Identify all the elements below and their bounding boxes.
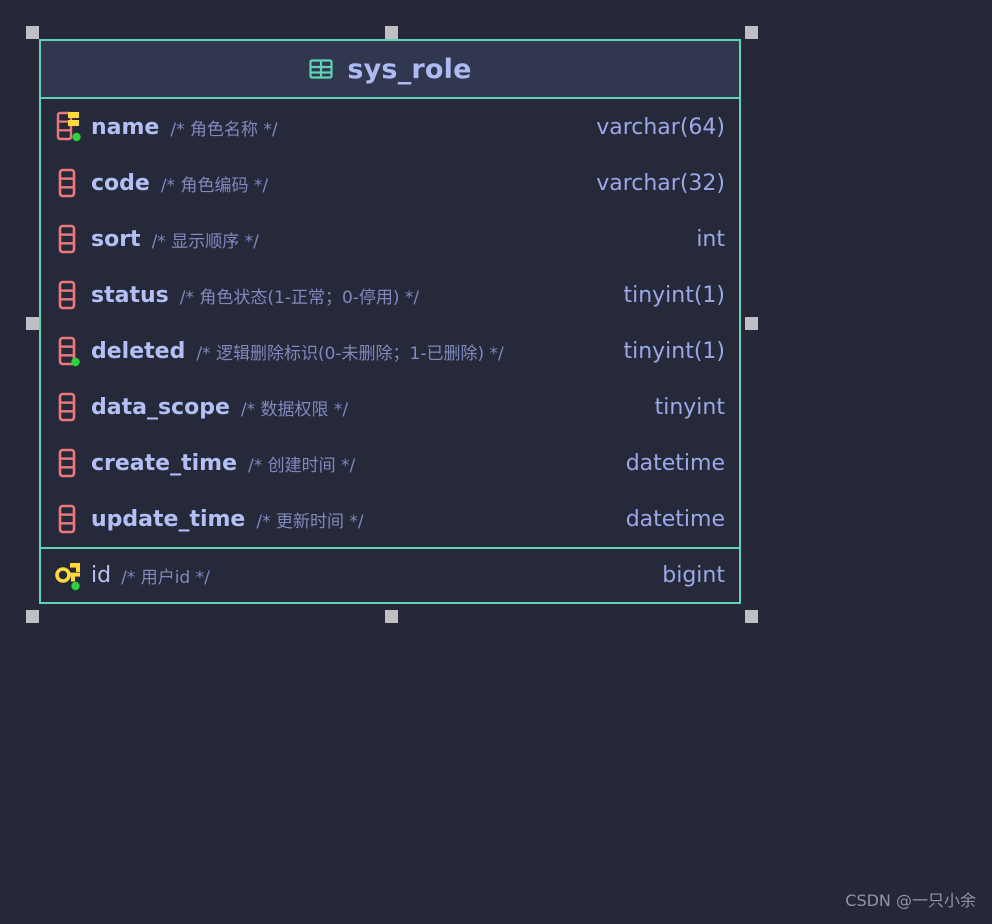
primary-key-icon bbox=[55, 562, 80, 590]
field-name: create_time bbox=[91, 450, 237, 476]
column-icon bbox=[58, 224, 76, 254]
field-type: tinyint(1) bbox=[623, 282, 725, 308]
field-comment: /* 角色状态(1-正常；0-停用) */ bbox=[179, 287, 420, 308]
table-row[interactable]: create_time /* 创建时间 */ datetime bbox=[41, 435, 739, 491]
selection-handle-top-left[interactable] bbox=[26, 26, 39, 39]
field-name: status bbox=[91, 282, 169, 308]
table-row-primary-key[interactable]: id /* 用户id */ bigint bbox=[41, 547, 739, 602]
field-name: data_scope bbox=[91, 394, 230, 420]
field-comment: /* 用户id */ bbox=[121, 568, 210, 588]
field-type: bigint bbox=[662, 563, 725, 588]
field-comment: /* 角色名称 */ bbox=[170, 119, 278, 140]
field-name: name bbox=[91, 114, 160, 140]
column-icon bbox=[58, 280, 76, 310]
field-type: int bbox=[696, 226, 725, 252]
field-name: deleted bbox=[91, 338, 186, 364]
table-row[interactable]: update_time /* 更新时间 */ datetime bbox=[41, 491, 739, 547]
field-type: varchar(64) bbox=[596, 114, 725, 140]
table-entity-sys-role[interactable]: sys_role name /* 角色名称 */ varchar(64) cod… bbox=[39, 39, 741, 604]
field-type: datetime bbox=[625, 450, 725, 476]
table-row[interactable]: name /* 角色名称 */ varchar(64) bbox=[41, 99, 739, 155]
column-icon bbox=[58, 168, 76, 198]
table-grid-icon bbox=[309, 59, 333, 79]
selection-handle-middle-left[interactable] bbox=[26, 317, 39, 330]
field-comment: /* 显示顺序 */ bbox=[151, 231, 259, 252]
table-row[interactable]: data_scope /* 数据权限 */ tinyint bbox=[41, 379, 739, 435]
field-type: varchar(32) bbox=[596, 170, 725, 196]
selection-handle-bottom-right[interactable] bbox=[745, 610, 758, 623]
column-indexed-icon bbox=[56, 111, 81, 142]
field-name: code bbox=[91, 170, 150, 196]
column-notnull-icon bbox=[58, 336, 80, 367]
selection-handle-bottom-left[interactable] bbox=[26, 610, 39, 623]
table-row[interactable]: sort /* 显示顺序 */ int bbox=[41, 211, 739, 267]
field-comment: /* 数据权限 */ bbox=[240, 399, 349, 420]
field-comment: /* 创建时间 */ bbox=[248, 455, 356, 476]
selection-handle-top-center[interactable] bbox=[385, 26, 398, 39]
column-icon bbox=[58, 504, 76, 534]
table-row[interactable]: status /* 角色状态(1-正常；0-停用) */ tinyint(1) bbox=[41, 267, 739, 323]
selection-handle-middle-right[interactable] bbox=[745, 317, 758, 330]
selection-handle-top-right[interactable] bbox=[745, 26, 758, 39]
field-comment: /* 角色编码 */ bbox=[160, 175, 269, 196]
watermark: CSDN @一只小余 bbox=[845, 891, 976, 910]
field-name: sort bbox=[91, 226, 141, 252]
field-type: tinyint bbox=[654, 394, 725, 420]
field-comment: /* 逻辑删除标识(0-未删除；1-已删除) */ bbox=[196, 343, 504, 364]
selection-handle-bottom-center[interactable] bbox=[385, 610, 398, 623]
field-name: update_time bbox=[91, 506, 246, 532]
column-icon bbox=[58, 448, 76, 478]
table-row[interactable]: code /* 角色编码 */ varchar(32) bbox=[41, 155, 739, 211]
table-entity-header[interactable]: sys_role bbox=[41, 41, 739, 99]
field-type: datetime bbox=[625, 506, 725, 532]
field-type: tinyint(1) bbox=[623, 338, 725, 364]
field-comment: /* 更新时间 */ bbox=[256, 511, 364, 532]
column-icon bbox=[58, 392, 76, 422]
page-title: sys_role bbox=[347, 53, 472, 85]
field-name: id bbox=[91, 563, 112, 588]
field-list: name /* 角色名称 */ varchar(64) code /* 角色编码… bbox=[41, 99, 739, 602]
table-row[interactable]: deleted /* 逻辑删除标识(0-未删除；1-已删除) */ tinyin… bbox=[41, 323, 739, 379]
